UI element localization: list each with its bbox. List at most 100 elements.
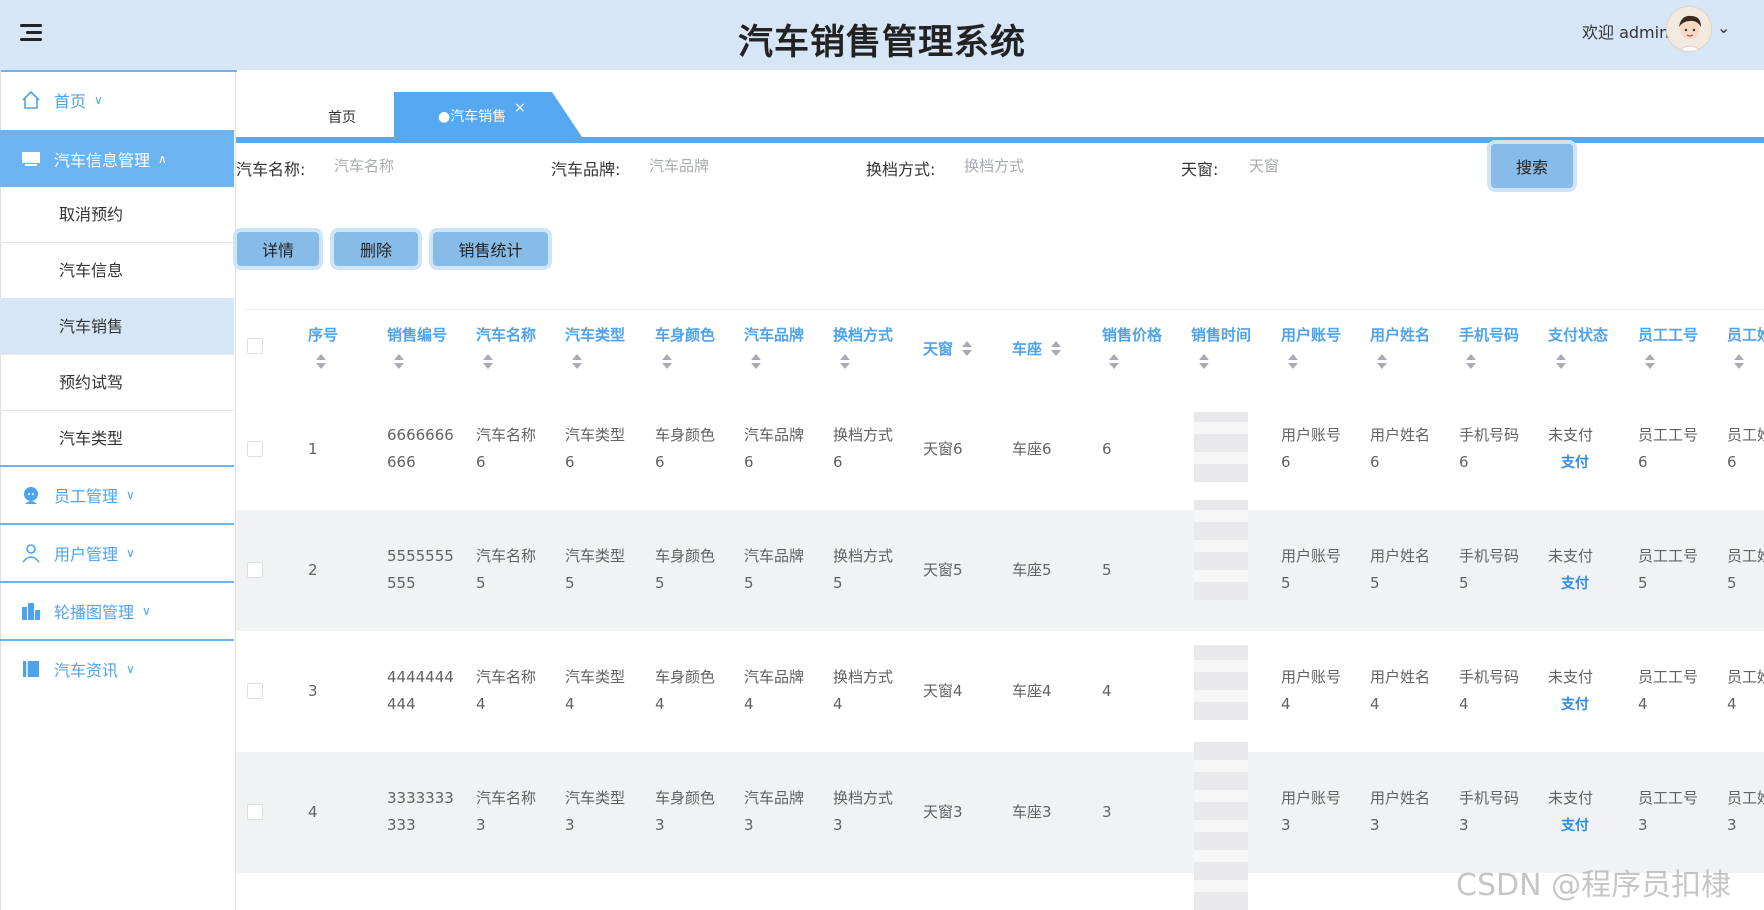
sort-icon[interactable]	[1287, 354, 1299, 370]
tab-bar: 首页 ●汽车销售 ×	[236, 70, 1764, 142]
avatar[interactable]	[1666, 6, 1712, 52]
sidebar-item-label: 轮播图管理	[54, 603, 135, 622]
cell-seat: 车座4	[1012, 682, 1052, 700]
car-name-input[interactable]	[334, 148, 514, 184]
column-header[interactable]: 支付状态	[1548, 324, 1608, 345]
row-checkbox[interactable]	[247, 562, 263, 578]
cell-car-type: 汽车类型 4	[565, 668, 626, 713]
table-row[interactable]	[236, 752, 1764, 873]
sort-icon[interactable]	[839, 354, 851, 370]
cell-pay-status: 未支付	[1548, 547, 1594, 565]
app-title: 汽车销售管理系统	[737, 23, 1026, 63]
column-header[interactable]: 销售编号	[387, 324, 447, 345]
cell-account: 用户账号 5	[1281, 547, 1342, 592]
sort-icon[interactable]	[1733, 354, 1745, 370]
cell-user-name: 用户姓名 4	[1370, 668, 1431, 713]
sidebar-item-carousel[interactable]: 轮播图管理 ∨	[0, 583, 234, 639]
sort-icon[interactable]	[1108, 354, 1120, 370]
row-checkbox[interactable]	[247, 441, 263, 457]
search-label-car-name: 汽车名称:	[236, 160, 306, 179]
column-header[interactable]: 天窗	[923, 338, 953, 359]
chevron-down-icon: ∨	[142, 604, 151, 618]
sidebar-item-car-info[interactable]: 汽车信息管理 ∧	[0, 130, 234, 187]
column-header[interactable]: 车身颜色	[655, 324, 715, 345]
sort-icon[interactable]	[315, 354, 327, 370]
search-button[interactable]: 搜索	[1491, 144, 1573, 188]
close-icon[interactable]: ×	[514, 100, 526, 116]
submenu-item-cancel-booking[interactable]: 取消预约	[0, 187, 234, 243]
column-header[interactable]: 换档方式	[833, 324, 893, 345]
submenu-item-car-type[interactable]: 汽车类型	[0, 411, 234, 467]
delete-button[interactable]: 删除	[334, 232, 418, 266]
cell-car-brand: 汽车品牌 3	[744, 789, 805, 834]
row-checkbox[interactable]	[247, 683, 263, 699]
shift-input[interactable]	[964, 148, 1144, 184]
chevron-down-icon: ∨	[126, 662, 135, 676]
pay-link[interactable]: 支付	[1561, 571, 1589, 598]
sort-icon[interactable]	[1198, 354, 1210, 370]
column-header[interactable]: 汽车类型	[565, 324, 625, 345]
column-header[interactable]: 销售价格	[1102, 324, 1162, 345]
top-header: 汽车销售管理系统 欢迎 admin ⌄	[0, 0, 1764, 70]
column-header[interactable]: 员工姓	[1727, 324, 1764, 345]
cell-car-color: 车身颜色 4	[655, 668, 716, 713]
column-header[interactable]: 用户姓名	[1370, 324, 1430, 345]
sort-icon[interactable]	[393, 354, 405, 370]
sales-stats-button[interactable]: 销售统计	[433, 232, 548, 266]
sidebar-item-home[interactable]: 首页 ∨	[0, 72, 234, 128]
column-header[interactable]: 车座	[1012, 338, 1042, 359]
sidebar-item-staff[interactable]: 员工管理 ∨	[0, 467, 234, 523]
cell-shift: 换档方式 5	[833, 547, 894, 592]
sort-icon[interactable]	[1555, 354, 1567, 370]
column-header[interactable]: 手机号码	[1459, 324, 1519, 345]
sidebar-item-users[interactable]: 用户管理 ∨	[0, 525, 234, 581]
sort-icon[interactable]	[661, 354, 673, 370]
sort-icon[interactable]	[1644, 354, 1656, 370]
sort-icon[interactable]	[1465, 354, 1477, 370]
column-header[interactable]: 序号	[308, 324, 338, 345]
cell-shift: 换档方式 6	[833, 426, 894, 471]
column-header[interactable]: 用户账号	[1281, 324, 1341, 345]
detail-button[interactable]: 详情	[237, 232, 319, 266]
chevron-down-icon: ∨	[126, 488, 135, 502]
table-row[interactable]	[236, 510, 1764, 631]
column-header[interactable]: 员工工号	[1638, 324, 1698, 345]
sort-icon[interactable]	[1050, 341, 1062, 357]
cell-staff-name: 员工姓4	[1727, 668, 1764, 713]
column-header[interactable]: 汽车名称	[476, 324, 536, 345]
search-label-sunroof: 天窗:	[1181, 160, 1219, 179]
select-all-checkbox[interactable]	[247, 338, 263, 354]
tab-home[interactable]: 首页	[328, 107, 356, 127]
cell-user-name: 用户姓名 6	[1370, 426, 1431, 471]
search-label-car-brand: 汽车品牌:	[551, 160, 621, 179]
pay-link[interactable]: 支付	[1561, 692, 1589, 719]
sunroof-input[interactable]	[1249, 148, 1429, 184]
search-label-shift: 换档方式:	[866, 160, 936, 179]
cell-car-color: 车身颜色 5	[655, 547, 716, 592]
submenu-item-car-info[interactable]: 汽车信息	[0, 243, 234, 299]
sort-icon[interactable]	[750, 354, 762, 370]
row-checkbox[interactable]	[247, 804, 263, 820]
submenu-item-car-sales[interactable]: 汽车销售	[0, 299, 234, 355]
sort-icon[interactable]	[1376, 354, 1388, 370]
chevron-down-icon[interactable]: ⌄	[1717, 18, 1730, 37]
sort-icon[interactable]	[482, 354, 494, 370]
table-row[interactable]	[236, 631, 1764, 752]
sort-icon[interactable]	[961, 341, 973, 357]
staff-icon	[20, 484, 42, 506]
pay-link[interactable]: 支付	[1561, 450, 1589, 477]
chevron-down-icon: ∨	[94, 93, 103, 107]
column-header[interactable]: 销售时间	[1191, 324, 1251, 345]
submenu-item-test-drive[interactable]: 预约试驾	[0, 355, 234, 411]
car-brand-input[interactable]	[649, 148, 829, 184]
sort-icon[interactable]	[571, 354, 583, 370]
table-row[interactable]	[236, 389, 1764, 510]
cell-car-type: 汽车类型 5	[565, 547, 626, 592]
sidebar-item-car-news[interactable]: 汽车资讯 ∨	[0, 641, 234, 697]
column-header[interactable]: 汽车品牌	[744, 324, 804, 345]
chevron-down-icon: ∨	[126, 546, 135, 560]
pay-link[interactable]: 支付	[1561, 813, 1589, 840]
home-icon	[20, 89, 42, 111]
cell-phone: 手机号码 6	[1459, 426, 1520, 471]
chevron-up-icon: ∧	[158, 151, 167, 166]
